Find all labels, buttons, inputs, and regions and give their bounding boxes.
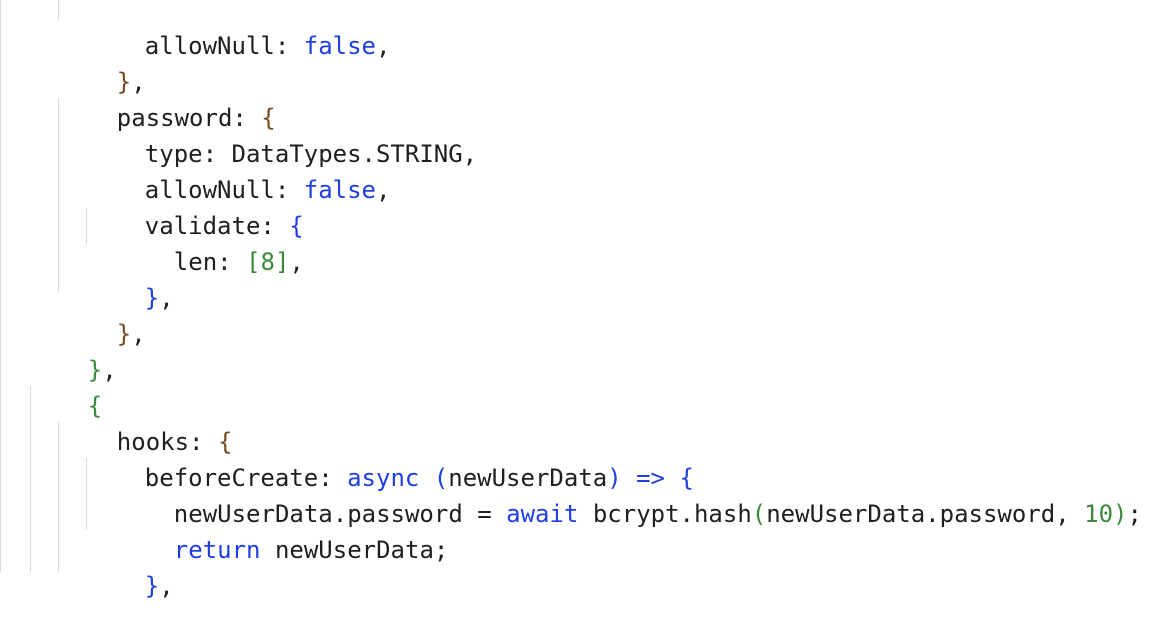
property-name: allowNull [144, 32, 275, 60]
code-line[interactable]: }, [30, 316, 117, 384]
code-line[interactable]: }, [59, 280, 146, 348]
indent-guide [0, 0, 1, 572]
number-literal: 10 [1084, 500, 1114, 528]
code-line[interactable]: }, [59, 28, 146, 96]
code-line[interactable]: hooks: { [59, 388, 233, 456]
function-call: bcrypt.hash [578, 500, 752, 528]
keyword-await: await [506, 500, 579, 528]
code-line[interactable]: password: { [59, 64, 276, 132]
colon: : [217, 248, 247, 276]
property-name: len [173, 248, 218, 276]
code-line[interactable]: allowNull: false, [87, 0, 391, 60]
code-line[interactable]: type: DataTypes.STRING, [87, 100, 477, 168]
comma: , [159, 572, 174, 600]
indent-guide [58, 0, 59, 20]
semicolon: ; [1127, 500, 1142, 528]
code-line[interactable]: len: [8], [116, 208, 304, 276]
open-bracket: [ [246, 248, 261, 276]
comma: , [131, 320, 146, 348]
code-line[interactable]: return newUserData; [116, 496, 449, 564]
close-bracket: ] [274, 248, 290, 276]
close-brace: } [144, 284, 160, 312]
close-brace: } [116, 320, 132, 348]
comma: , [159, 284, 174, 312]
colon: : [274, 32, 304, 60]
code-line[interactable]: newUserData.password = await bcrypt.hash… [116, 460, 1142, 528]
code-line[interactable]: { [30, 352, 102, 420]
call-arguments: newUserData.password, [766, 500, 1085, 528]
code-line[interactable]: beforeCreate: async (newUserData) => { [87, 424, 694, 492]
code-line[interactable]: validate: { [87, 172, 304, 240]
close-paren: ) [1113, 500, 1128, 528]
code-line[interactable]: allowNull: false, [87, 136, 391, 204]
comma: , [376, 176, 391, 204]
code-line[interactable]: }, [87, 244, 174, 312]
return-value: newUserData; [260, 536, 449, 564]
comma: , [289, 248, 304, 276]
open-paren: ( [751, 500, 767, 528]
close-brace: } [144, 572, 160, 600]
boolean-literal: false [303, 32, 376, 60]
boolean-literal: false [303, 176, 376, 204]
comma: , [102, 356, 117, 384]
code-editor[interactable]: allowNull: false, }, password: { type: D… [0, 0, 1176, 600]
comma: , [376, 32, 391, 60]
keyword-return: return [173, 536, 261, 564]
number-literal: 8 [260, 248, 275, 276]
code-line[interactable]: }, [87, 532, 174, 600]
